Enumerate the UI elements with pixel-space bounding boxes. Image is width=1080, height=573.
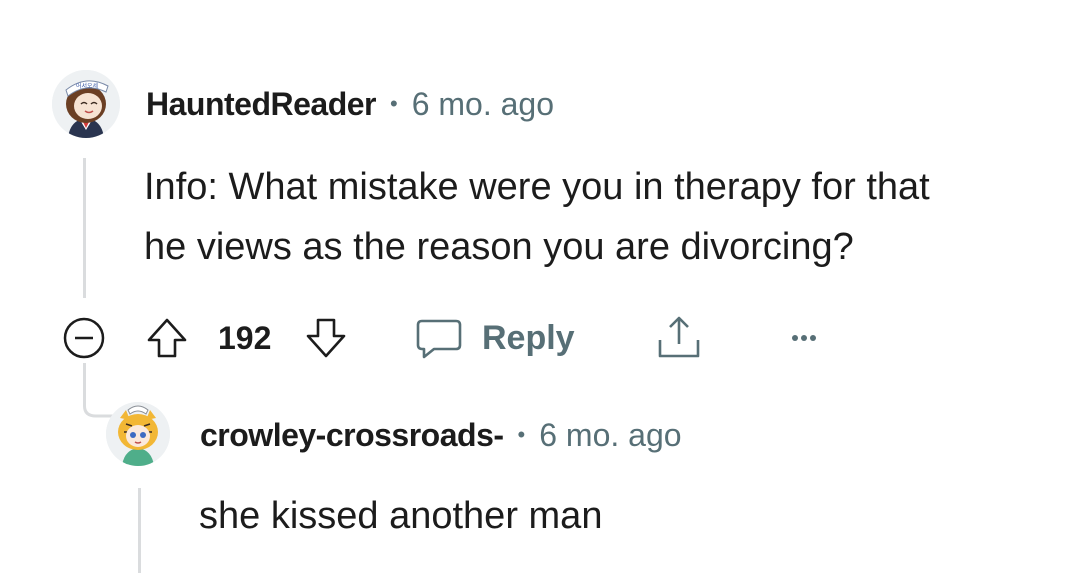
minus-circle-icon — [63, 317, 105, 359]
arrow-down-icon — [306, 318, 346, 358]
reply-timestamp[interactable]: 6 mo. ago — [539, 417, 681, 454]
reply-label[interactable]: Reply — [482, 319, 575, 358]
vote-count: 192 — [218, 318, 271, 358]
upvote-button[interactable] — [143, 314, 191, 362]
comment-meta: HauntedReader • 6 mo. ago — [146, 82, 554, 126]
share-button[interactable] — [654, 312, 704, 362]
separator-dot: • — [390, 91, 398, 116]
reply-body: she kissed another man — [199, 495, 603, 537]
reply-avatar-image — [106, 402, 170, 466]
reply-meta: crowley-crossroads- • 6 mo. ago — [200, 413, 682, 457]
comment-body-line-1: Info: What mistake were you in therapy f… — [144, 166, 930, 208]
downvote-button[interactable] — [302, 314, 350, 362]
svg-text:어서오세: 어서오세 — [76, 82, 98, 90]
share-icon — [658, 316, 700, 358]
vote-count-label: 192 — [218, 319, 272, 356]
reply-separator-dot: • — [517, 422, 526, 447]
thread-line-main — [83, 158, 86, 298]
comment-body-line-2: he views as the reason you are divorcing… — [144, 226, 854, 268]
avatar-image: 어서오세 — [52, 70, 120, 138]
thread-line-reply — [138, 488, 141, 573]
username[interactable]: HauntedReader — [146, 86, 377, 123]
reply-button[interactable]: Reply — [414, 312, 575, 364]
speech-bubble-icon — [416, 319, 462, 359]
more-options-button[interactable] — [786, 326, 826, 350]
avatar[interactable]: 어서오세 — [52, 70, 120, 138]
timestamp[interactable]: 6 mo. ago — [412, 86, 554, 123]
arrow-up-icon — [147, 318, 187, 358]
reply-username[interactable]: crowley-crossroads- — [200, 417, 504, 454]
more-horizontal-icon — [792, 335, 816, 341]
collapse-button[interactable] — [62, 316, 106, 360]
reply-avatar[interactable] — [106, 402, 170, 466]
